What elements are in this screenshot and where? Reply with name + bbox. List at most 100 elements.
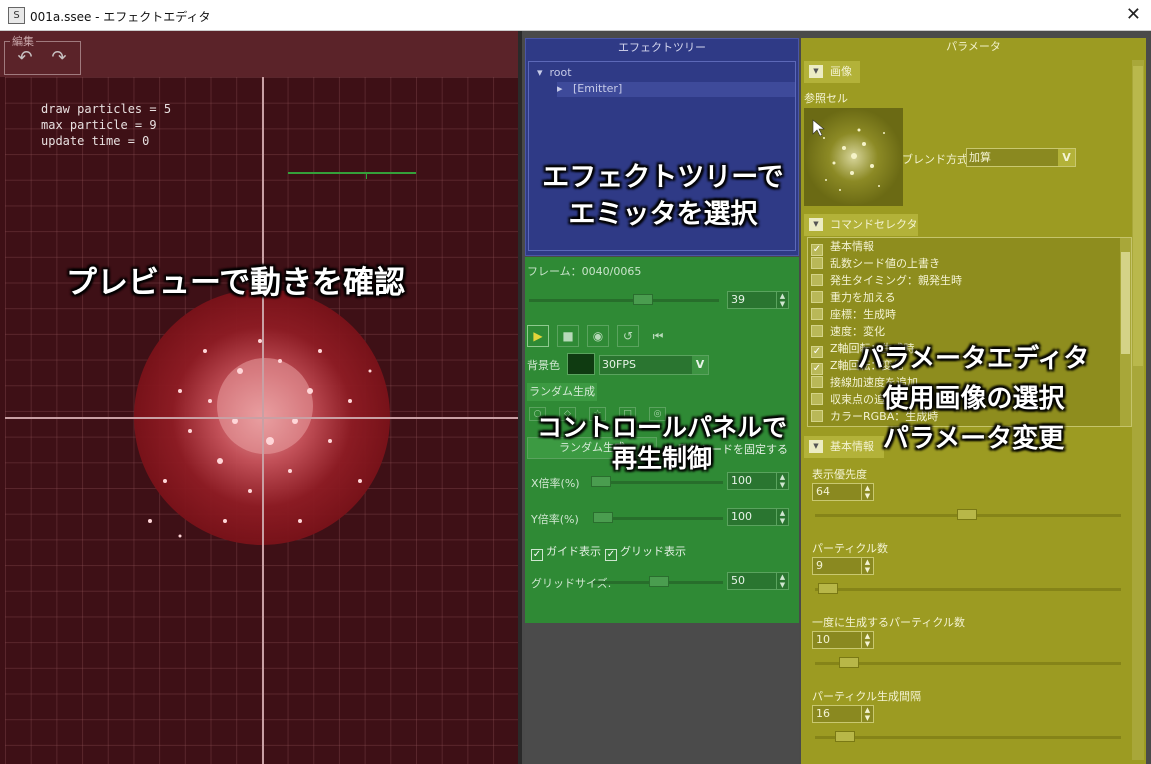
preview-splitter[interactable] — [518, 31, 522, 764]
preview-axis-vertical — [262, 77, 264, 764]
section-command-selector[interactable]: ▼コマンドセレクター — [804, 214, 918, 253]
check-icon[interactable] — [811, 257, 823, 269]
particle-count-slider[interactable] — [815, 588, 1121, 591]
parameter-header: パラメータ — [946, 40, 1001, 53]
list-item[interactable]: 発生タイミング：親発生時 — [811, 272, 962, 289]
check-icon[interactable] — [811, 308, 823, 320]
rewind-button[interactable]: ⏮ — [647, 325, 669, 347]
stat-max-particle: max particle = 9 — [41, 118, 157, 132]
tree-node-root[interactable]: ▾ root — [537, 66, 572, 79]
fps-value: 30FPS — [602, 358, 636, 371]
param-annotation: パラメータエディタ 使用画像の選択 パラメータ変更 — [801, 339, 1146, 459]
priority-value: 64 — [816, 485, 830, 498]
stop-button[interactable]: ■ — [557, 325, 579, 347]
window-title: 001a.ssee - エフェクトエディタ — [30, 10, 211, 24]
list-item[interactable]: 乱数シード値の上書き — [811, 255, 940, 272]
tab-random[interactable]: ランダム生成 — [527, 383, 597, 401]
grid-label: グリッド表示 — [620, 545, 686, 558]
guide-checkbox[interactable]: ✓ ガイド表示 — [531, 543, 601, 561]
stat-draw-particles: draw particles = 5 — [41, 102, 172, 116]
check-icon[interactable] — [811, 325, 823, 337]
particles-per-spawn-label: 一度に生成するパーティクル数 — [812, 616, 966, 629]
blend-label: ブレンド方式 — [902, 153, 968, 166]
scrollbar-thumb[interactable] — [1133, 66, 1143, 366]
app-icon: S — [8, 7, 25, 24]
x-scale-value: 100 — [731, 474, 752, 487]
priority-thumb[interactable] — [957, 509, 977, 520]
spawn-interval-thumb[interactable] — [835, 731, 855, 742]
x-scale-input[interactable]: 100 ▲ ▼ — [727, 472, 789, 490]
tree-annotation-line1: エフェクトツリーで — [542, 162, 784, 193]
tree-emitter-label: [Emitter] — [573, 82, 623, 95]
frame-slider-thumb[interactable] — [633, 294, 653, 305]
priority-input[interactable]: 64 ▲ ▼ — [812, 483, 874, 501]
control-annotation: コントロールパネルで 再生制御 — [525, 412, 799, 474]
priority-label: 表示優先度 — [812, 468, 867, 481]
chevron-down-icon[interactable]: V — [1058, 149, 1075, 166]
particles-per-spawn-input[interactable]: 10 ▲ ▼ — [812, 631, 874, 649]
preview-annotation: プレビューで動きを確認 — [66, 265, 406, 301]
close-icon[interactable]: ✕ — [1126, 4, 1141, 25]
ref-cell-image[interactable] — [804, 108, 903, 206]
frame-input[interactable]: 39 ▲ ▼ — [727, 291, 789, 309]
blend-value: 加算 — [969, 151, 991, 164]
undo-icon[interactable]: ↶ — [12, 47, 38, 69]
list-item[interactable]: ✓ 基本情報 — [811, 238, 874, 256]
y-scale-label: Y倍率(%) — [531, 513, 579, 526]
tree-node-emitter[interactable]: ▸ [Emitter] — [557, 82, 795, 97]
step-button[interactable]: ◉ — [587, 325, 609, 347]
bg-color-label: 背景色 — [527, 359, 560, 372]
check-icon[interactable] — [811, 291, 823, 303]
particles-per-spawn-slider[interactable] — [815, 662, 1121, 665]
particle-count-spinner[interactable]: ▲ ▼ — [861, 558, 873, 574]
play-button[interactable]: ▶ — [527, 325, 549, 347]
particles-per-spawn-thumb[interactable] — [839, 657, 859, 668]
list-item-label: 座標：生成時 — [830, 308, 896, 321]
collapse-icon[interactable]: ▼ — [809, 218, 823, 231]
edit-toolbar: 編集 ↶ ↷ — [0, 31, 522, 77]
spawn-interval-input[interactable]: 16 ▲ ▼ — [812, 705, 874, 723]
y-scale-input[interactable]: 100 ▲ ▼ — [727, 508, 789, 526]
list-item-label: 重力を加える — [830, 291, 896, 304]
list-item-label: 基本情報 — [830, 240, 874, 253]
check-icon: ✓ — [531, 549, 543, 561]
preview-stats: draw particles = 5 max particle = 9 upda… — [41, 101, 171, 149]
list-item[interactable]: 座標：生成時 — [811, 306, 896, 323]
ref-cell-label: 参照セル — [804, 92, 848, 105]
section-image[interactable]: ▼ 画像 — [804, 61, 860, 83]
list-item[interactable]: 速度：変化 — [811, 323, 885, 340]
spawn-interval-value: 16 — [816, 707, 830, 720]
tree-annotation: エフェクトツリーで エミッタを選択 — [526, 159, 800, 233]
collapse-icon[interactable]: ▼ — [809, 65, 823, 78]
loop-button[interactable]: ↺ — [617, 325, 639, 347]
particle-effect — [134, 289, 390, 545]
param-annotation-line2: 使用画像の選択 — [882, 384, 1065, 414]
redo-icon[interactable]: ↷ — [46, 47, 72, 69]
bg-color-swatch[interactable] — [567, 353, 595, 375]
frame-spinner[interactable]: ▲ ▼ — [776, 292, 788, 308]
y-scale-thumb[interactable] — [593, 512, 613, 523]
grid-size-thumb[interactable] — [649, 576, 669, 587]
chevron-down-icon[interactable]: V — [692, 356, 708, 374]
particle-count-input[interactable]: 9 ▲ ▼ — [812, 557, 874, 575]
priority-spinner[interactable]: ▲ ▼ — [861, 484, 873, 500]
list-item[interactable]: 重力を加える — [811, 289, 896, 306]
title-bar: S 001a.ssee - エフェクトエディタ ✕ — [0, 0, 1151, 31]
blend-select[interactable]: 加算 V — [966, 148, 1076, 167]
fps-select[interactable]: 30FPS V — [599, 355, 709, 375]
frame-input-value: 39 — [731, 293, 745, 306]
frame-slider[interactable] — [529, 299, 719, 302]
spawn-interval-spinner[interactable]: ▲ ▼ — [861, 706, 873, 722]
particles-per-spawn-spinner[interactable]: ▲ ▼ — [861, 632, 873, 648]
particle-count-thumb[interactable] — [818, 583, 838, 594]
x-scale-spinner[interactable]: ▲ ▼ — [776, 473, 788, 489]
grid-size-spinner[interactable]: ▲ ▼ — [776, 573, 788, 589]
x-scale-thumb[interactable] — [591, 476, 611, 487]
x-scale-slider[interactable] — [593, 481, 723, 484]
check-icon[interactable] — [811, 274, 823, 286]
y-scale-spinner[interactable]: ▲ ▼ — [776, 509, 788, 525]
grid-size-input[interactable]: 50 ▲ ▼ — [727, 572, 789, 590]
spawn-interval-slider[interactable] — [815, 736, 1121, 739]
preview-axis-horizontal — [5, 417, 522, 419]
grid-checkbox[interactable]: ✓ グリッド表示 — [605, 543, 686, 561]
